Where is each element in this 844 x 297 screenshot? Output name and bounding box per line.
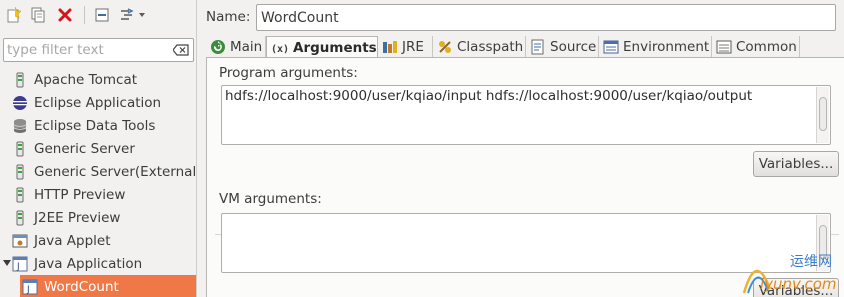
server-icon (12, 210, 28, 226)
tab-environment[interactable]: Environment (599, 36, 712, 58)
program-arguments-label: Program arguments: (219, 65, 358, 81)
filter-input[interactable] (7, 41, 171, 59)
tree-item-label: HTTP Preview (34, 186, 126, 203)
tree-item-http-preview[interactable]: HTTP Preview (12, 183, 125, 206)
watermark-url: iyunv.com (760, 275, 837, 293)
tab-source[interactable]: Source (526, 36, 599, 58)
tree-item-label: Java Applet (34, 232, 111, 249)
filter-dropdown-icon (121, 8, 145, 20)
svg-text:(x)=: (x)= (271, 44, 289, 55)
tree-item-label: Java Application (34, 255, 143, 272)
duplicate-icon (31, 7, 45, 23)
tab-main[interactable]: Main (206, 36, 266, 58)
environment-tab-icon (603, 39, 619, 55)
tree-item-label: J2EE Preview (34, 209, 121, 226)
expand-arrow-icon[interactable] (2, 258, 12, 268)
source-tab-icon (530, 39, 546, 55)
tab-common[interactable]: Common (712, 36, 800, 58)
filter-menu-button[interactable] (118, 4, 148, 26)
launch-config-toolbar (0, 0, 197, 32)
tree-item-label: Generic Server(External (34, 163, 197, 180)
tree-item-j2ee-preview[interactable]: J2EE Preview (12, 206, 120, 229)
tree-item-generic-server-external[interactable]: Generic Server(External (12, 160, 196, 183)
new-launch-config-icon (7, 7, 21, 23)
server-icon (12, 187, 28, 203)
tree-item-eclipse-data-tools[interactable]: Eclipse Data Tools (12, 114, 155, 137)
classpath-tab-icon (437, 39, 453, 55)
tab-classpath[interactable]: Classpath (433, 36, 526, 58)
program-arguments-text: hdfs://localhost:9000/user/kqiao/input h… (225, 88, 753, 104)
tree-item-label: Generic Server (34, 140, 135, 157)
tree-item-label: Eclipse Data Tools (34, 117, 156, 134)
clear-filter-icon[interactable] (173, 44, 189, 56)
new-config-button[interactable] (3, 4, 23, 26)
tomcat-icon (12, 72, 28, 88)
server-icon (12, 141, 28, 157)
eclipse-icon (12, 95, 28, 111)
program-arguments-field[interactable]: hdfs://localhost:9000/user/kqiao/input h… (221, 85, 831, 145)
applet-icon (12, 233, 28, 249)
tree-item-wordcount[interactable]: J WordCount (20, 275, 196, 297)
program-arguments-scrollbar[interactable] (816, 87, 829, 143)
main-tab-icon (210, 39, 226, 55)
vm-arguments-label: VM arguments: (219, 191, 322, 207)
tree-item-java-applet[interactable]: Java Applet (12, 229, 111, 252)
server-icon (12, 164, 28, 180)
name-input[interactable] (261, 8, 831, 28)
tree-item-generic-server[interactable]: Generic Server (12, 137, 135, 160)
toolbar-separator (84, 6, 85, 24)
filter-field[interactable] (3, 38, 194, 62)
tree-item-label: Eclipse Application (34, 94, 162, 111)
tree-item-eclipse-application[interactable]: Eclipse Application (12, 91, 161, 114)
tree-item-java-application[interactable]: J Java Application (12, 252, 142, 275)
java-app-icon: J (22, 279, 38, 295)
collapse-all-icon (95, 8, 109, 22)
java-app-icon: J (12, 256, 28, 272)
svg-text:J: J (16, 262, 20, 272)
tree-item-label: Apache Tomcat (34, 71, 138, 88)
scroll-thumb[interactable] (819, 97, 827, 131)
name-field[interactable] (256, 4, 836, 31)
delete-icon (58, 8, 72, 22)
duplicate-button[interactable] (28, 4, 48, 26)
common-tab-icon (716, 39, 732, 55)
name-label: Name: (206, 9, 251, 25)
jre-tab-icon (382, 39, 398, 55)
collapse-all-button[interactable] (92, 4, 112, 26)
tree-item-apache-tomcat[interactable]: Apache Tomcat (12, 68, 137, 91)
tab-jre[interactable]: JRE (378, 36, 433, 58)
tab-arguments[interactable]: (x)= Arguments (266, 36, 378, 58)
tree-item-label: WordCount (44, 278, 119, 295)
watermark: 运维网 iyunv.com (738, 249, 844, 297)
svg-text:J: J (26, 285, 30, 295)
program-variables-button[interactable]: Variables... (753, 151, 839, 177)
launch-config-panel: Apache Tomcat Eclipse Application Eclips… (0, 0, 197, 297)
delete-button[interactable] (55, 4, 75, 26)
config-tabs: Main (x)= Arguments JRE Classpath Source… (206, 36, 836, 58)
watermark-title: 运维网 (790, 254, 832, 270)
database-icon (12, 118, 28, 134)
arguments-tab-icon: (x)= (271, 40, 289, 56)
